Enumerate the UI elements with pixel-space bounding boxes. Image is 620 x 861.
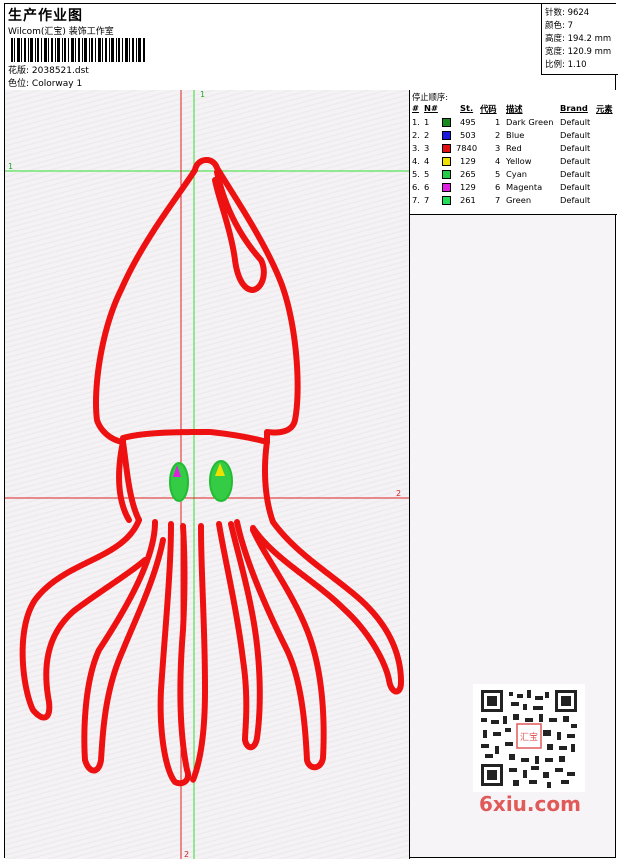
table-row[interactable]: 6. 6 129 6 Magenta Default — [410, 182, 617, 195]
table-row[interactable]: 5. 5 265 5 Cyan Default — [410, 169, 617, 182]
stat-width: 宽度: 120.9 mm — [545, 47, 612, 57]
color-swatch — [442, 170, 451, 179]
page-title: 生产作业图 — [8, 8, 83, 24]
barcode-icon — [11, 38, 145, 62]
col-element: 元素 — [596, 104, 613, 114]
stat-colors: 颜色: 7 — [545, 21, 573, 31]
color-swatch — [442, 144, 451, 153]
watermark-logo: 6xiu.com — [479, 792, 581, 816]
color-swatch — [442, 157, 451, 166]
embroidery-preview: 1 1 2 2 — [5, 90, 409, 859]
guide-label-left: 1 — [8, 162, 13, 171]
stat-stitches: 针数: 9624 — [545, 8, 590, 18]
colorway-name: 色位: Colorway 1 — [8, 79, 83, 89]
col-brand: Brand — [560, 103, 588, 113]
table-row[interactable]: 1. 1 495 1 Dark Green Default — [410, 117, 617, 130]
eye-left — [169, 462, 189, 502]
sheet-header: 生产作业图 Wilcom(汇宝) 装饰工作室 花版: 2038521.dst 色… — [5, 4, 615, 91]
col-desc: 描述 — [506, 104, 523, 114]
stamp-text: 汇宝 — [520, 731, 538, 743]
color-swatch — [442, 183, 451, 192]
stat-height: 高度: 194.2 mm — [545, 34, 612, 44]
stat-scale: 比例: 1.10 — [545, 60, 587, 70]
col-hash: # — [412, 103, 419, 113]
guide-label-right: 2 — [396, 489, 401, 498]
stop-sequence-caption: 停止顺序: — [412, 92, 448, 102]
company-name: Wilcom(汇宝) 装饰工作室 — [8, 27, 114, 37]
design-canvas[interactable]: 1 1 2 2 — [5, 90, 410, 859]
color-swatch — [442, 196, 451, 205]
color-swatch — [442, 131, 451, 140]
table-row[interactable]: 3. 3 7840 3 Red Default — [410, 143, 617, 156]
col-stitches: St. — [460, 103, 474, 113]
design-name: 花版: 2038521.dst — [8, 66, 89, 76]
table-row[interactable]: 4. 4 129 4 Yellow Default — [410, 156, 617, 169]
design-stats: 针数: 9624 颜色: 7 高度: 194.2 mm 宽度: 120.9 mm… — [541, 4, 618, 75]
guide-label-top: 1 — [200, 90, 205, 99]
qr-code: 汇宝 — [473, 684, 585, 792]
stop-sequence-panel: 停止顺序: # N# St. 代码 描述 Brand 元素 1. 1 495 1 D… — [410, 90, 617, 215]
table-row[interactable]: 7. 7 261 7 Green Default — [410, 195, 617, 208]
guide-label-bottom: 2 — [184, 850, 189, 859]
color-swatch — [442, 118, 451, 127]
qr-code-icon: 汇宝 — [473, 684, 585, 792]
production-sheet: 生产作业图 Wilcom(汇宝) 装饰工作室 花版: 2038521.dst 色… — [4, 3, 618, 859]
col-code: 代码 — [480, 104, 497, 114]
table-row[interactable]: 2. 2 503 2 Blue Default — [410, 130, 617, 143]
col-n: N# — [424, 103, 438, 113]
